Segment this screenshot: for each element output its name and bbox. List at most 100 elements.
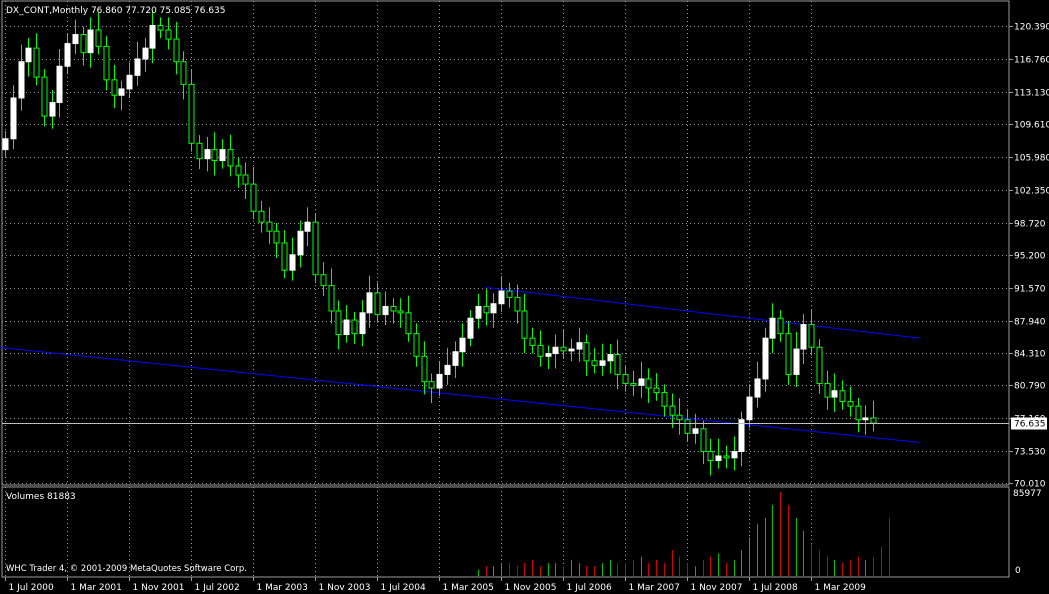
candle-body-down (173, 38, 180, 63)
candle-body-down (405, 312, 412, 335)
candle-body-up (754, 378, 761, 398)
trendline[interactable] (485, 286, 920, 339)
candle-body-down (266, 221, 273, 232)
candle-body-down (157, 24, 164, 31)
candle-body-up (118, 88, 125, 96)
current-price-label: 76.635 (1014, 420, 1046, 430)
candle-body-up (552, 346, 559, 355)
x-tick-label: 1 Jul 2008 (753, 583, 798, 593)
y-tick-label: 109.610 (1014, 121, 1049, 131)
candle-body-down (312, 221, 319, 276)
candle-body-down (537, 344, 544, 357)
copyright-text: WHC Trader 4, © 2001-2009 MetaQuotes Sof… (6, 564, 247, 574)
y-tick-label: 84.310 (1014, 350, 1046, 360)
candle-body-down (281, 242, 288, 271)
y-tick-label: 113.130 (1014, 89, 1049, 99)
candle-body-up (467, 317, 474, 339)
y-tick-label: 120.390 (1014, 23, 1049, 33)
candle-body-down (196, 142, 203, 160)
candle-body-up (576, 342, 583, 350)
candle-body-up (126, 74, 133, 90)
candle-body-down (421, 355, 428, 383)
candle-body-down (669, 405, 676, 416)
candle-body-up (490, 303, 497, 314)
candle-body-down (700, 428, 707, 452)
x-tick-label: 1 Nov 2007 (691, 583, 743, 593)
candle-body-up (444, 364, 451, 375)
y-tick-label: 80.790 (1014, 382, 1046, 392)
x-tick-label: 1 Jul 2004 (381, 583, 426, 593)
candle-body-down (591, 360, 598, 366)
candle-body-down (707, 450, 714, 462)
candle-body-down (785, 333, 792, 375)
candle-body-up (366, 292, 373, 314)
candle-body-up (87, 29, 94, 54)
symbol-info: DX_CONT,Monthly 76.860 77.720 75.085 76.… (6, 6, 226, 16)
candle-body-down (653, 387, 660, 394)
candle-body-up (475, 305, 482, 319)
y-tick-label: 95.200 (1014, 252, 1046, 262)
candle-body-down (188, 83, 195, 144)
candle-body-up (762, 337, 769, 380)
candle-body-down (41, 76, 48, 117)
candle-body-down (103, 45, 110, 81)
volume-label: Volumes 81883 (6, 492, 76, 502)
candle-body-down (428, 381, 435, 389)
candle-body-down (33, 47, 40, 78)
candle-body-down (529, 337, 536, 346)
candle-body-up (452, 351, 459, 366)
candle-body-down (870, 417, 877, 424)
candle-body-down (622, 373, 629, 384)
candle-body-down (514, 296, 521, 312)
candle-body-up (304, 221, 311, 232)
candle-body-up (800, 324, 807, 350)
candle-body-down (560, 346, 567, 352)
candle-body-up (359, 312, 366, 335)
candle-body-up (56, 65, 63, 104)
candle-body-down (273, 230, 280, 244)
candle-body-down (390, 305, 397, 312)
candle-body-down (351, 319, 358, 335)
candle-body-down (676, 414, 683, 421)
candle-body-down (723, 455, 730, 459)
chart-canvas[interactable]: 120.390 116.760 113.130 109.610 105.980 102.3… (0, 0, 1049, 594)
candle-body-down (521, 310, 528, 339)
candle-body-up (72, 34, 79, 45)
candle-body-down (242, 174, 249, 185)
candle-body-up (149, 24, 156, 49)
y-tick-label: 102.350 (1014, 187, 1049, 197)
trendlines[interactable] (0, 286, 920, 443)
candle-body-up (343, 319, 350, 336)
candle-body-down (824, 382, 831, 398)
candle-body-up (2, 138, 9, 151)
candle-body-up (769, 317, 776, 339)
chart-window: 120.390 116.760 113.130 109.610 105.980 102.3… (0, 0, 1049, 594)
candle-body-up (49, 102, 56, 117)
candle-body-up (64, 43, 71, 67)
candle-body-down (816, 346, 823, 384)
candle-body-down (855, 405, 862, 421)
candle-body-down (630, 382, 637, 386)
candle-body-up (568, 348, 575, 352)
candle-body-down (777, 317, 784, 335)
y-tick-label: 70.010 (1014, 480, 1046, 490)
trendline[interactable] (0, 347, 920, 443)
x-tick-label: 1 Jul 2000 (9, 583, 54, 593)
candle-body-down (80, 34, 87, 54)
x-tick-label: 1 Mar 2001 (71, 583, 122, 593)
candle-body-up (436, 373, 443, 389)
y-tick-label: 98.720 (1014, 220, 1046, 230)
candle-body-down (614, 353, 621, 375)
y-tick-label: 91.570 (1014, 285, 1046, 295)
x-tick-label: 1 Nov 2003 (319, 583, 371, 593)
candle-body-down (397, 310, 404, 314)
candle-body-up (746, 396, 753, 421)
candle-body-down (320, 274, 327, 287)
volume-zero-label: 0 (1015, 566, 1021, 576)
candle-body-down (413, 333, 420, 357)
candle-body-down (328, 285, 335, 312)
candle-body-up (638, 378, 645, 386)
volume-max-label: 85977 (1013, 489, 1042, 499)
candle-body-up (459, 337, 466, 353)
x-tick-label: 1 Jul 2006 (567, 583, 612, 593)
